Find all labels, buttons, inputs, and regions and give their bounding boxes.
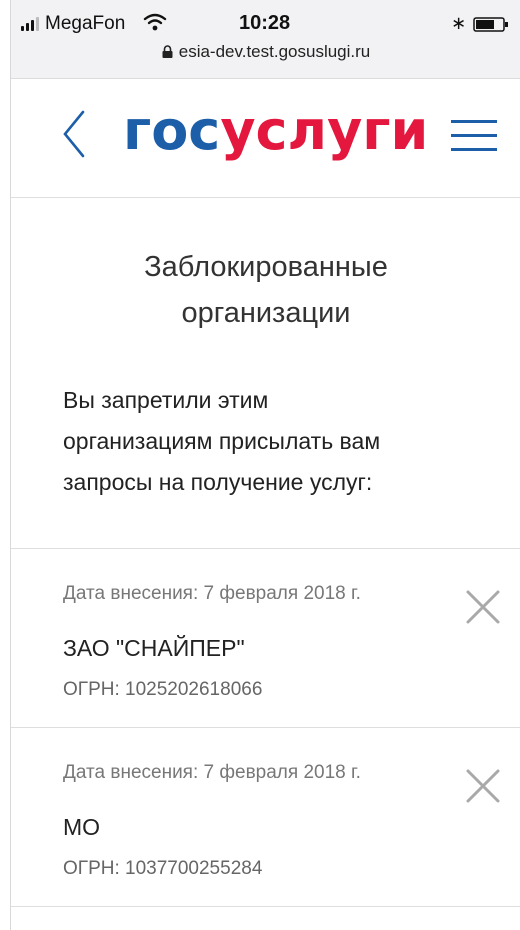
page-title-line: организации <box>181 297 351 329</box>
logo-part-uslugi: услуги <box>220 99 429 162</box>
page-title-line: Заблокированные <box>144 251 388 283</box>
logo-part-gos: гос <box>123 99 221 162</box>
clock: 10:28 <box>239 12 291 34</box>
description-line: запросы на получение услуг: <box>63 469 373 495</box>
page: MegaFon 10:28 ∗ esia-dev.test.gosuslugi.… <box>10 0 520 930</box>
item-date: Дата внесения: 7 февраля 2018 г. <box>63 583 361 604</box>
bluetooth-icon: ∗ <box>451 13 467 33</box>
page-description: Вы запретили этим организациям присылать… <box>63 380 483 503</box>
description-line: Вы запретили этим <box>63 387 269 413</box>
close-icon[interactable] <box>465 768 501 804</box>
gosuslugi-logo[interactable]: госуслуги <box>123 99 428 162</box>
close-icon[interactable] <box>465 589 501 625</box>
blocked-organizations-list: Дата внесения: 7 февраля 2018 г. ЗАО "СН… <box>11 548 520 907</box>
signal-icon <box>21 17 39 31</box>
wifi-icon <box>143 13 167 31</box>
address-bar[interactable]: esia-dev.test.gosuslugi.ru <box>11 42 520 62</box>
item-ogrn: ОГРН: 1025202618066 <box>63 679 263 700</box>
item-date: Дата внесения: 7 февраля 2018 г. <box>63 762 361 783</box>
list-item: Дата внесения: 7 февраля 2018 г. МО ОГРН… <box>11 728 520 907</box>
status-bar: MegaFon 10:28 ∗ esia-dev.test.gosuslugi.… <box>11 0 520 79</box>
carrier-label: MegaFon <box>45 13 126 34</box>
menu-icon[interactable] <box>451 119 497 153</box>
item-ogrn: ОГРН: 1037700255284 <box>63 858 263 879</box>
app-header: госуслуги <box>11 79 520 198</box>
lock-icon <box>162 45 173 58</box>
description-line: организациям присылать вам <box>63 428 381 454</box>
page-title: Заблокированные организации <box>11 244 520 336</box>
list-item: Дата внесения: 7 февраля 2018 г. ЗАО "СН… <box>11 549 520 728</box>
item-name: ЗАО "СНАЙПЕР" <box>63 635 245 661</box>
url-text: esia-dev.test.gosuslugi.ru <box>178 42 371 61</box>
battery-icon <box>473 17 508 32</box>
back-icon[interactable] <box>61 109 87 159</box>
item-name: МО <box>63 814 101 840</box>
